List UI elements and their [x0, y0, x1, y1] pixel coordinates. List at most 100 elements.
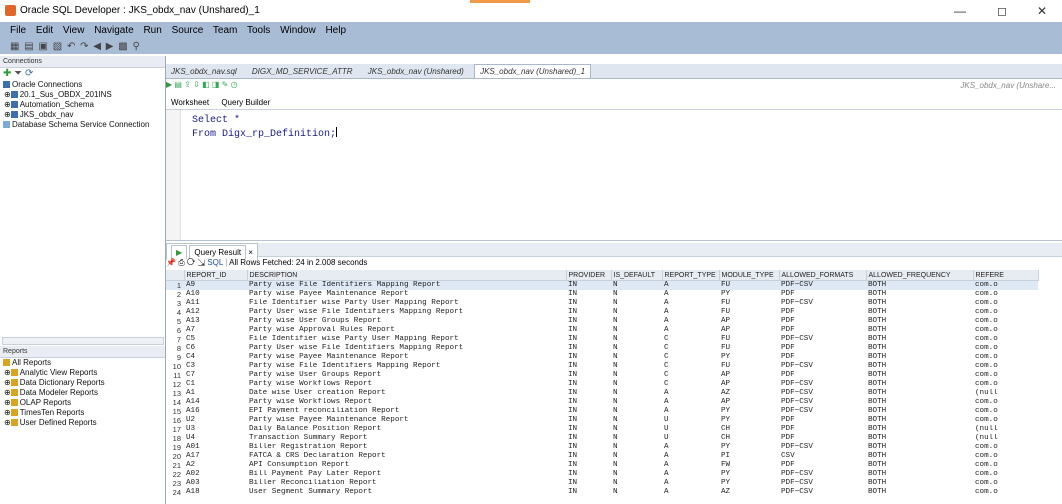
table-cell[interactable]: FU — [719, 335, 779, 344]
table-cell[interactable]: BOTH — [866, 317, 973, 326]
table-cell[interactable]: com.o — [973, 280, 1038, 290]
column-header[interactable]: ALLOWED_FORMATS — [779, 270, 867, 281]
tree-item-connection[interactable]: ⊕ Automation_Schema — [0, 100, 165, 110]
table-cell[interactable]: A7 — [184, 326, 247, 335]
table-cell[interactable]: N — [611, 488, 662, 497]
menu-edit[interactable]: Edit — [36, 25, 53, 36]
row-number-cell[interactable]: 9 — [166, 353, 184, 362]
column-header[interactable]: MODULE_TYPE — [719, 270, 780, 281]
row-number-cell[interactable]: 17 — [166, 425, 184, 434]
table-cell[interactable]: N — [611, 452, 662, 461]
table-cell[interactable]: IN — [566, 416, 611, 425]
table-cell[interactable]: A — [662, 317, 719, 326]
rollback-icon[interactable]: ⇩ — [193, 80, 200, 89]
table-cell[interactable]: CSV — [779, 452, 866, 461]
row-number-cell[interactable]: 4 — [166, 308, 184, 317]
commit-icon[interactable]: ⇪ — [184, 80, 191, 89]
table-cell[interactable]: com.o — [973, 443, 1038, 452]
maximize-button[interactable]: ◻ — [982, 2, 1022, 20]
table-cell[interactable]: BOTH — [866, 344, 973, 353]
undo-icon[interactable]: ↶ — [67, 41, 76, 52]
table-cell[interactable]: PDF~CSV — [779, 335, 866, 344]
table-cell[interactable]: N — [611, 353, 662, 362]
table-cell[interactable]: Party wise Workflows Report — [247, 380, 566, 389]
table-cell[interactable]: BOTH — [866, 380, 973, 389]
table-cell[interactable]: U — [662, 434, 719, 443]
explain-plan-icon[interactable]: ◧ — [202, 80, 210, 89]
row-number-cell[interactable]: 7 — [166, 335, 184, 344]
table-cell[interactable]: U2 — [184, 416, 247, 425]
table-cell[interactable]: N — [611, 308, 662, 317]
table-cell[interactable]: AZ — [719, 389, 779, 398]
table-row[interactable]: 11 C7 Party wise User Groups Report IN N C AP P… — [166, 371, 1038, 380]
table-cell[interactable]: AP — [719, 326, 779, 335]
table-row[interactable]: 8 C6 Party User wise File Identifiers Mapp… — [166, 344, 1038, 353]
table-row[interactable]: 24 A18 User Segment Summary Report IN N A AZ PD… — [166, 488, 1038, 497]
table-cell[interactable]: N — [611, 371, 662, 380]
table-cell[interactable]: N — [611, 434, 662, 443]
table-cell[interactable]: A — [662, 398, 719, 407]
table-cell[interactable]: com.o — [973, 398, 1038, 407]
menu-help[interactable]: Help — [325, 25, 346, 36]
table-cell[interactable]: File Identifier wise Party User Mapping … — [247, 335, 566, 344]
table-row[interactable]: 20 A17 FATCA & CRS Declaration Report IN N A P… — [166, 452, 1038, 461]
table-cell[interactable]: IN — [566, 326, 611, 335]
table-cell[interactable]: PDF~CSV — [779, 479, 866, 488]
table-cell[interactable]: A03 — [184, 479, 247, 488]
table-cell[interactable]: N — [611, 407, 662, 416]
table-cell[interactable]: N — [611, 443, 662, 452]
table-cell[interactable]: FU — [719, 308, 779, 317]
table-cell[interactable]: FU — [719, 280, 779, 290]
table-cell[interactable]: BOTH — [866, 461, 973, 470]
table-cell[interactable]: PDF~CSV — [779, 470, 866, 479]
open-icon[interactable]: ▤ — [24, 41, 34, 52]
table-cell[interactable]: IN — [566, 344, 611, 353]
table-cell[interactable]: PDF — [779, 344, 866, 353]
table-cell[interactable]: A17 — [184, 452, 247, 461]
menu-navigate[interactable]: Navigate — [94, 25, 133, 36]
filter-icon[interactable]: ⏷ — [14, 68, 22, 79]
table-cell[interactable]: PDF~CSV — [779, 407, 866, 416]
table-cell[interactable]: C5 — [184, 335, 247, 344]
table-cell[interactable]: U — [662, 416, 719, 425]
table-row[interactable]: 4 A12 Party User wise File Identifiers Map… — [166, 308, 1038, 317]
table-cell[interactable]: N — [611, 317, 662, 326]
run-statement-icon[interactable]: ▶ — [166, 80, 172, 89]
table-cell[interactable]: PDF~CSV — [779, 299, 866, 308]
table-cell[interactable]: BOTH — [866, 488, 973, 497]
menu-file[interactable]: File — [10, 25, 26, 36]
table-cell[interactable]: N — [611, 479, 662, 488]
table-cell[interactable]: A — [662, 290, 719, 299]
table-cell[interactable]: com.o — [973, 299, 1038, 308]
table-cell[interactable]: PDF — [779, 317, 866, 326]
table-cell[interactable]: AP — [719, 398, 779, 407]
table-cell[interactable]: IN — [566, 434, 611, 443]
table-cell[interactable]: PDF~CSV — [779, 280, 866, 290]
back-icon[interactable]: ◀ — [93, 41, 102, 52]
tree-item-oracle-connections[interactable]: Oracle Connections — [0, 80, 165, 90]
tab-worksheet-unshared-1[interactable]: JKS_obdx_nav (Unshared)_1 — [474, 64, 592, 78]
table-cell[interactable]: IN — [566, 290, 611, 299]
pin-icon[interactable]: 📌 — [166, 258, 176, 267]
table-cell[interactable]: A12 — [184, 308, 247, 317]
table-cell[interactable]: Party wise User Groups Report — [247, 371, 566, 380]
row-number-cell[interactable]: 11 — [166, 371, 184, 380]
table-cell[interactable]: N — [611, 380, 662, 389]
export-icon[interactable]: ⇲ — [198, 258, 205, 267]
table-row[interactable]: 15 A16 EPI Payment reconciliation Report IN… — [166, 407, 1038, 416]
row-number-cell[interactable]: 3 — [166, 299, 184, 308]
table-cell[interactable]: PDF~CSV — [779, 389, 866, 398]
autotrace-icon[interactable]: ◨ — [212, 80, 220, 89]
table-row[interactable]: 7 C5 File Identifier wise Party User Mappi… — [166, 335, 1038, 344]
table-cell[interactable]: U4 — [184, 434, 247, 443]
menu-view[interactable]: View — [63, 25, 85, 36]
table-cell[interactable]: A — [662, 389, 719, 398]
row-number-cell[interactable]: 14 — [166, 398, 184, 407]
table-cell[interactable]: Party User wise File Identifiers Mapping… — [247, 344, 566, 353]
table-cell[interactable]: PDF — [779, 416, 866, 425]
history-icon[interactable]: ◷ — [231, 80, 238, 89]
table-cell[interactable]: PDF~CSV — [779, 398, 866, 407]
table-row[interactable]: 3 A11 File Identifier wise Party User Mapp… — [166, 299, 1038, 308]
table-cell[interactable]: com.o — [973, 407, 1038, 416]
table-cell[interactable]: Biller Registration Report — [247, 443, 566, 452]
